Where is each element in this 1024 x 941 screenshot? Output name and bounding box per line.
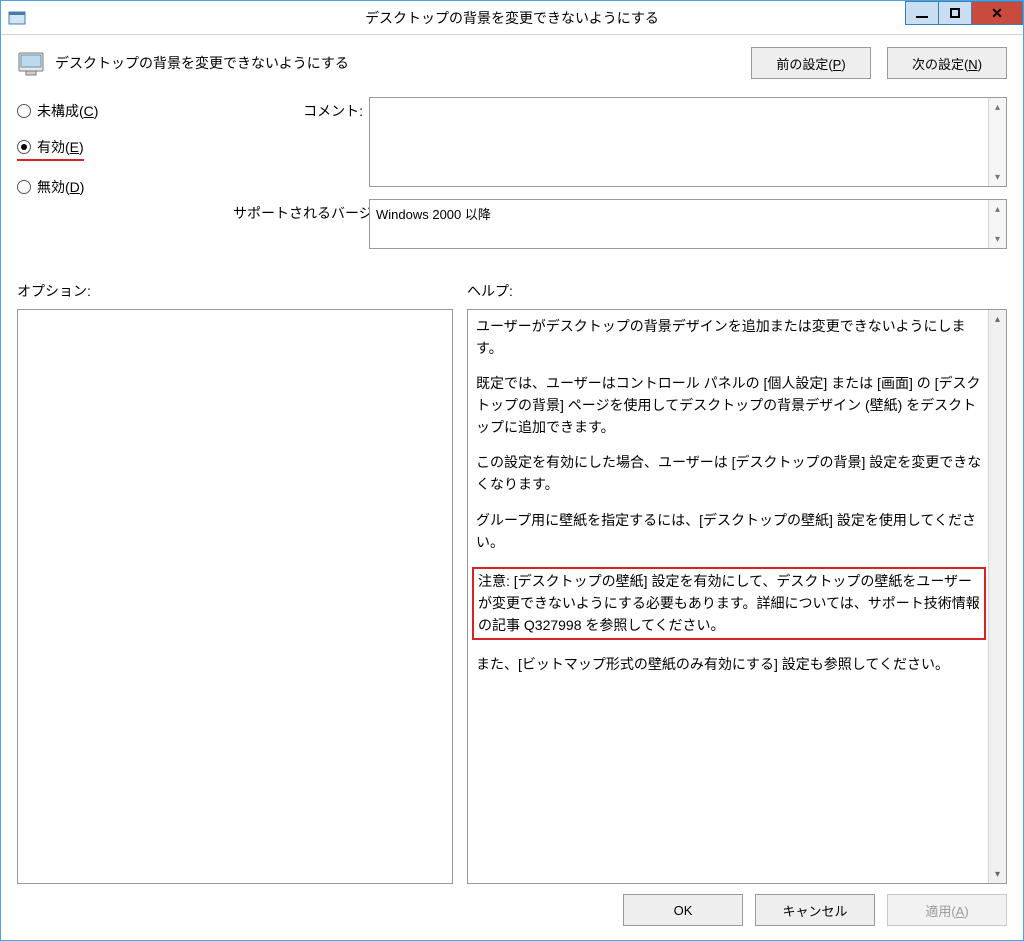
bottom-button-bar: OK キャンセル 適用(A) — [17, 894, 1007, 926]
supported-value: Windows 2000 以降 — [376, 207, 491, 222]
radio-indicator — [17, 104, 31, 118]
comment-scrollbar[interactable]: ▴ ▾ — [988, 98, 1006, 186]
help-content[interactable]: ユーザーがデスクトップの背景デザインを追加または変更できないようにします。 既定… — [468, 310, 1006, 883]
help-paragraph: 既定では、ユーザーはコントロール パネルの [個人設定] または [画面] の … — [476, 373, 982, 438]
comment-label: コメント: — [233, 97, 363, 121]
radio-indicator — [17, 140, 31, 154]
radio-disabled-label: 無効(D) — [37, 177, 84, 197]
window-title: デスクトップの背景を変更できないようにする — [1, 8, 1023, 28]
ok-button[interactable]: OK — [623, 894, 743, 926]
maximize-button[interactable] — [938, 1, 972, 25]
previous-setting-button[interactable]: 前の設定(P) — [751, 47, 871, 79]
cancel-button[interactable]: キャンセル — [755, 894, 875, 926]
nav-buttons: 前の設定(P) 次の設定(N) — [751, 47, 1007, 79]
window-icon — [7, 8, 27, 28]
radio-not-configured-label: 未構成(C) — [37, 101, 98, 121]
help-scrollbar[interactable]: ▴ ▾ — [988, 310, 1006, 883]
header-row: デスクトップの背景を変更できないようにする 前の設定(P) 次の設定(N) — [17, 47, 1007, 79]
options-pane[interactable] — [17, 309, 453, 884]
scroll-down-icon: ▾ — [989, 230, 1006, 248]
help-label: ヘルプ: — [467, 281, 1007, 301]
scroll-up-icon: ▴ — [989, 310, 1006, 328]
apply-button[interactable]: 適用(A) — [887, 894, 1007, 926]
scroll-up-icon: ▴ — [989, 98, 1006, 116]
help-paragraph: ユーザーがデスクトップの背景デザインを追加または変更できないようにします。 — [476, 316, 982, 359]
help-paragraph: また、[ビットマップ形式の壁紙のみ有効にする] 設定も参照してください。 — [476, 654, 982, 676]
help-paragraph: グループ用に壁紙を指定するには、[デスクトップの壁紙] 設定を使用してください。 — [476, 510, 982, 553]
policy-title: デスクトップの背景を変更できないようにする — [55, 53, 349, 73]
minimize-button[interactable] — [905, 1, 939, 25]
scroll-down-icon: ▾ — [989, 865, 1006, 883]
radio-indicator — [17, 180, 31, 194]
policy-icon — [17, 49, 45, 77]
supported-textarea[interactable]: Windows 2000 以降 ▴ ▾ — [369, 199, 1007, 249]
radio-enabled-label: 有効(E) — [37, 137, 84, 157]
next-setting-label: 次の設定(N) — [912, 54, 982, 73]
previous-setting-label: 前の設定(P) — [776, 54, 845, 73]
titlebar: デスクトップの背景を変更できないようにする ✕ — [1, 1, 1023, 35]
help-pane: ユーザーがデスクトップの背景デザインを追加または変更できないようにします。 既定… — [467, 309, 1007, 884]
config-grid: 未構成(C) 有効(E) 無効(D) コメント: ▴ ▾ サポ — [17, 97, 1007, 261]
radio-disabled[interactable]: 無効(D) — [17, 177, 227, 197]
client-area: デスクトップの背景を変更できないようにする 前の設定(P) 次の設定(N) 未構… — [1, 35, 1023, 940]
pane-labels: オプション: ヘルプ: — [17, 281, 1007, 301]
supported-scrollbar[interactable]: ▴ ▾ — [988, 200, 1006, 248]
supported-label: サポートされるバージョン: — [233, 199, 363, 223]
cancel-label: キャンセル — [782, 901, 847, 920]
radio-enabled[interactable]: 有効(E) — [17, 137, 84, 161]
options-label: オプション: — [17, 281, 467, 301]
ok-label: OK — [674, 903, 693, 918]
help-paragraph: この設定を有効にした場合、ユーザーは [デスクトップの背景] 設定を変更できなく… — [476, 452, 982, 495]
scroll-down-icon: ▾ — [989, 168, 1006, 186]
scrollbar-track — [989, 328, 1006, 865]
panes: ユーザーがデスクトップの背景デザインを追加または変更できないようにします。 既定… — [17, 309, 1007, 884]
window-controls: ✕ — [905, 1, 1023, 34]
close-button[interactable]: ✕ — [971, 1, 1023, 25]
policy-editor-window: デスクトップの背景を変更できないようにする ✕ デスクトップの背景を変更できない… — [0, 0, 1024, 941]
apply-label: 適用(A) — [925, 901, 968, 920]
help-paragraph-note: 注意: [デスクトップの壁紙] 設定を有効にして、デスクトップの壁紙をユーザーが… — [472, 567, 986, 640]
comment-textarea[interactable]: ▴ ▾ — [369, 97, 1007, 187]
radio-not-configured[interactable]: 未構成(C) — [17, 101, 227, 121]
state-radio-group: 未構成(C) 有効(E) 無効(D) — [17, 97, 227, 213]
scroll-up-icon: ▴ — [989, 200, 1006, 218]
next-setting-button[interactable]: 次の設定(N) — [887, 47, 1007, 79]
